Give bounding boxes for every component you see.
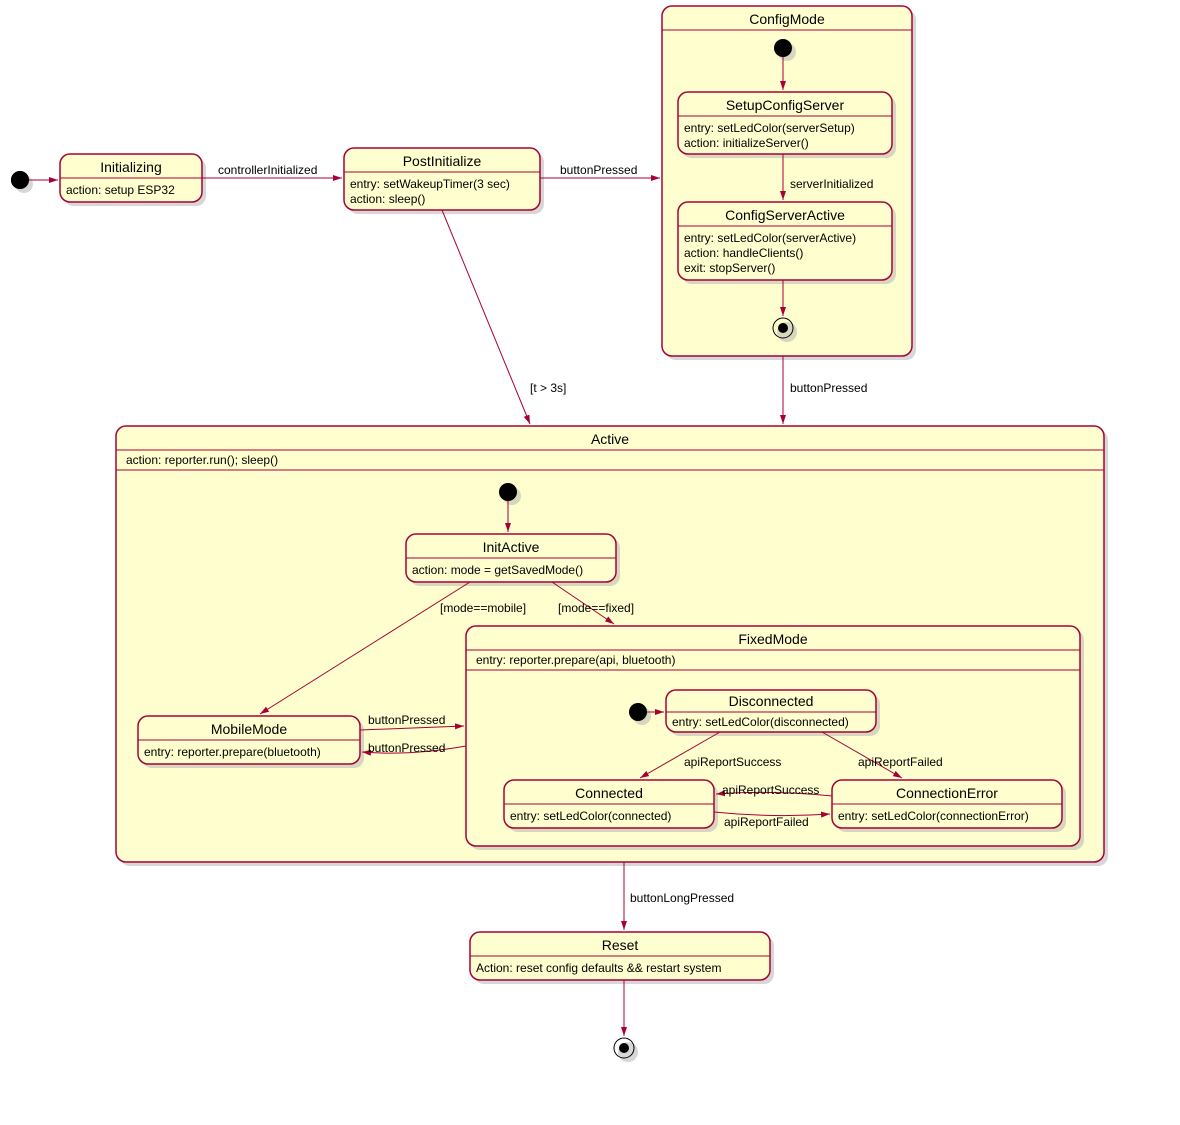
state-title: FixedMode	[738, 631, 807, 647]
transition-label: apiReportSuccess	[684, 755, 781, 769]
state-action: entry: reporter.prepare(api, bluetooth)	[476, 653, 675, 667]
state-title: Disconnected	[729, 693, 814, 709]
transition-label: buttonLongPressed	[630, 891, 734, 905]
transition-label: buttonPressed	[368, 741, 445, 755]
state-action: action: initializeServer()	[684, 136, 809, 150]
state-action: action: reporter.run(); sleep()	[126, 453, 278, 467]
state-action: action: mode = getSavedMode()	[412, 563, 583, 577]
state-reset: Reset Action: reset config defaults && r…	[470, 932, 774, 984]
state-action: entry: setWakeupTimer(3 sec)	[350, 177, 510, 191]
state-action: action: setup ESP32	[66, 183, 175, 197]
state-title: Active	[591, 431, 629, 447]
transition-label: buttonPressed	[368, 713, 445, 727]
transition-label: apiReportFailed	[724, 815, 809, 829]
state-action: entry: setLedColor(serverSetup)	[684, 121, 855, 135]
state-action: entry: setLedColor(disconnected)	[672, 715, 849, 729]
transition-label: [t > 3s]	[530, 381, 566, 395]
transition-label: buttonPressed	[560, 163, 637, 177]
state-title: ConfigMode	[749, 11, 825, 27]
state-action: action: handleClients()	[684, 246, 803, 260]
transition-label: [mode==fixed]	[558, 601, 634, 615]
state-title: PostInitialize	[403, 153, 482, 169]
state-initializing: Initializing action: setup ESP32	[60, 154, 206, 206]
state-title: Connected	[575, 785, 643, 801]
transition-label: buttonPressed	[790, 381, 867, 395]
state-title: SetupConfigServer	[726, 97, 845, 113]
transition	[442, 210, 530, 424]
initial-state	[774, 39, 792, 57]
state-title: Initializing	[100, 159, 161, 175]
initial-state	[629, 703, 647, 721]
state-title: ConnectionError	[896, 785, 998, 801]
state-diagram: Initializing action: setup ESP32 PostIni…	[0, 0, 1180, 1125]
state-title: InitActive	[483, 539, 540, 555]
state-postinitialize: PostInitialize entry: setWakeupTimer(3 s…	[344, 148, 544, 214]
state-action: action: sleep()	[350, 192, 425, 206]
state-action: entry: setLedColor(connected)	[510, 809, 671, 823]
state-configmode: ConfigMode SetupConfigServer entry: setL…	[662, 6, 916, 360]
initial-state	[499, 483, 517, 501]
state-action: exit: stopServer()	[684, 261, 775, 275]
state-action: Action: reset config defaults && restart…	[476, 961, 721, 975]
state-title: Reset	[602, 937, 639, 953]
state-title: MobileMode	[211, 721, 287, 737]
state-title: ConfigServerActive	[725, 207, 845, 223]
transition-label: apiReportSuccess	[722, 783, 819, 797]
state-action: entry: setLedColor(serverActive)	[684, 231, 856, 245]
state-active: Active action: reporter.run(); sleep() I…	[116, 426, 1108, 866]
transition-label: controllerInitialized	[218, 163, 317, 177]
transition-label: apiReportFailed	[858, 755, 943, 769]
transition-label: serverInitialized	[790, 177, 873, 191]
state-action: entry: setLedColor(connectionError)	[838, 809, 1029, 823]
state-action: entry: reporter.prepare(bluetooth)	[144, 745, 321, 759]
transition-label: [mode==mobile]	[440, 601, 526, 615]
